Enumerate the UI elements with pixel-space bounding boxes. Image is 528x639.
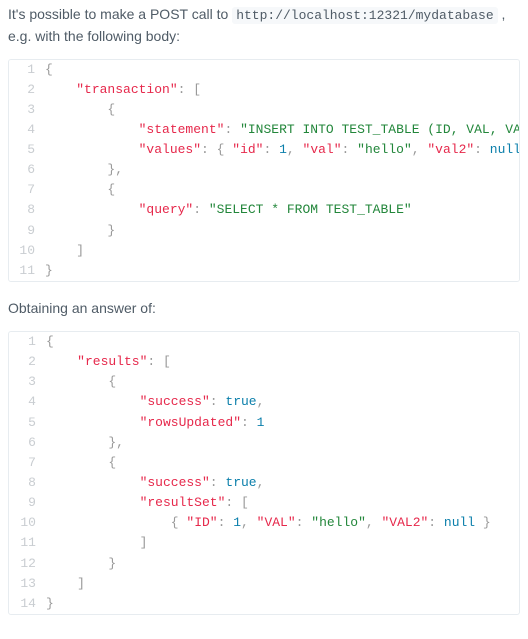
- response-code-content: 1{2 "results": [3 {4 "success": true,5 "…: [9, 332, 519, 614]
- line-content: ]: [46, 574, 519, 594]
- line-number: 3: [9, 100, 45, 120]
- line-number: 11: [9, 261, 45, 281]
- line-number: 11: [9, 533, 46, 553]
- code-line: 2 "results": [: [9, 352, 519, 372]
- code-line: 4 "success": true,: [9, 392, 519, 412]
- code-line: 7 {: [9, 180, 520, 200]
- line-number: 6: [9, 160, 45, 180]
- response-code-block[interactable]: 1{2 "results": [3 {4 "success": true,5 "…: [8, 331, 520, 615]
- line-content: },: [46, 433, 519, 453]
- line-content: ]: [46, 533, 519, 553]
- line-content: }: [46, 554, 519, 574]
- line-content: }: [46, 594, 519, 614]
- code-line: 9 "resultSet": [: [9, 493, 519, 513]
- code-line: 5 "rowsUpdated": 1: [9, 413, 519, 433]
- line-number: 9: [9, 493, 46, 513]
- code-line: 2 "transaction": [: [9, 80, 520, 100]
- line-number: 6: [9, 433, 46, 453]
- code-line: 3 {: [9, 372, 519, 392]
- line-content: {: [46, 453, 519, 473]
- line-content: "resultSet": [: [46, 493, 519, 513]
- code-line: 6 },: [9, 433, 519, 453]
- line-content: {: [45, 100, 520, 120]
- line-content: "values": { "id": 1, "val": "hello", "va…: [45, 140, 520, 160]
- page-root: It's possible to make a POST call to htt…: [0, 0, 528, 639]
- line-content: {: [46, 372, 519, 392]
- line-content: "statement": "INSERT INTO TEST_TABLE (ID…: [45, 120, 520, 140]
- line-content: {: [46, 332, 519, 352]
- line-content: "rowsUpdated": 1: [46, 413, 519, 433]
- line-number: 10: [9, 241, 45, 261]
- line-number: 7: [9, 180, 45, 200]
- line-number: 1: [9, 332, 46, 352]
- line-number: 1: [9, 60, 45, 80]
- code-line: 5 "values": { "id": 1, "val": "hello", "…: [9, 140, 520, 160]
- line-content: },: [45, 160, 520, 180]
- request-code-content: 1{2 "transaction": [3 {4 "statement": "I…: [9, 60, 520, 282]
- code-line: 12 }: [9, 554, 519, 574]
- line-number: 4: [9, 392, 46, 412]
- code-line: 10 ]: [9, 241, 520, 261]
- request-code-block[interactable]: 1{2 "transaction": [3 {4 "statement": "I…: [8, 59, 520, 283]
- line-content: "success": true,: [46, 392, 519, 412]
- line-content: ]: [45, 241, 520, 261]
- code-line: 11}: [9, 261, 520, 281]
- line-number: 12: [9, 554, 46, 574]
- code-line: 8 "success": true,: [9, 473, 519, 493]
- intro-text-before: It's possible to make a POST call to: [8, 6, 232, 22]
- line-number: 14: [9, 594, 46, 614]
- code-line: 14}: [9, 594, 519, 614]
- line-number: 2: [9, 352, 46, 372]
- line-number: 2: [9, 80, 45, 100]
- line-number: 8: [9, 473, 46, 493]
- line-content: "query": "SELECT * FROM TEST_TABLE": [45, 200, 520, 220]
- line-number: 9: [9, 221, 45, 241]
- line-number: 5: [9, 413, 46, 433]
- code-line: 7 {: [9, 453, 519, 473]
- code-line: 1{: [9, 60, 520, 80]
- code-line: 4 "statement": "INSERT INTO TEST_TABLE (…: [9, 120, 520, 140]
- code-line: 11 ]: [9, 533, 519, 553]
- line-content: {: [45, 180, 520, 200]
- line-content: {: [45, 60, 520, 80]
- line-number: 7: [9, 453, 46, 473]
- line-content: { "ID": 1, "VAL": "hello", "VAL2": null …: [46, 513, 519, 533]
- code-line: 3 {: [9, 100, 520, 120]
- line-content: }: [45, 261, 520, 281]
- line-content: }: [45, 221, 520, 241]
- line-number: 4: [9, 120, 45, 140]
- line-number: 8: [9, 200, 45, 220]
- line-content: "results": [: [46, 352, 519, 372]
- code-line: 10 { "ID": 1, "VAL": "hello", "VAL2": nu…: [9, 513, 519, 533]
- code-line: 6 },: [9, 160, 520, 180]
- line-number: 3: [9, 372, 46, 392]
- line-content: "transaction": [: [45, 80, 520, 100]
- code-line: 9 }: [9, 221, 520, 241]
- intro-url-code: http://localhost:12321/mydatabase: [232, 7, 497, 24]
- intro-paragraph: It's possible to make a POST call to htt…: [8, 4, 520, 47]
- line-content: "success": true,: [46, 473, 519, 493]
- line-number: 10: [9, 513, 46, 533]
- line-number: 13: [9, 574, 46, 594]
- middle-paragraph: Obtaining an answer of:: [8, 298, 520, 319]
- code-line: 1{: [9, 332, 519, 352]
- line-number: 5: [9, 140, 45, 160]
- code-line: 8 "query": "SELECT * FROM TEST_TABLE": [9, 200, 520, 220]
- code-line: 13 ]: [9, 574, 519, 594]
